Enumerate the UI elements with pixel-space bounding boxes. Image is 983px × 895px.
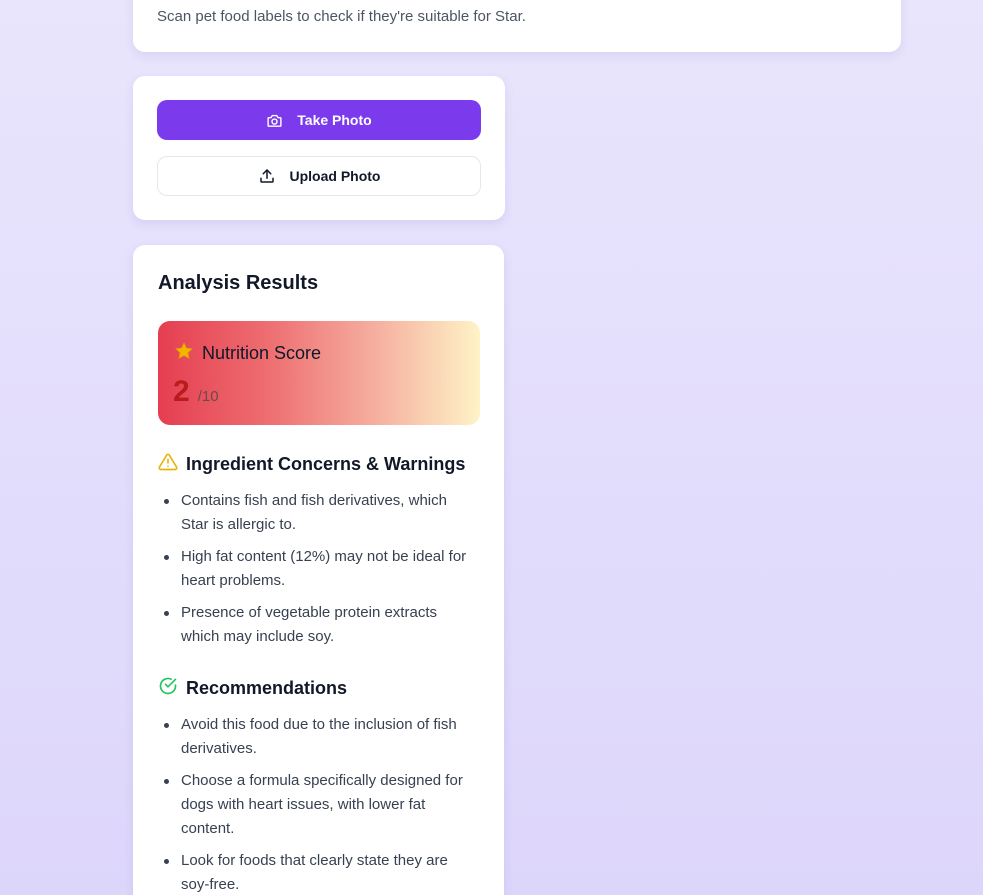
page-subtitle: Scan pet food labels to check if they're… <box>157 8 526 25</box>
list-item: Avoid this food due to the inclusion of … <box>158 713 478 761</box>
header-card: Scan pet food labels to check if they're… <box>133 0 901 52</box>
take-photo-label: Take Photo <box>297 112 372 128</box>
score-max: /10 <box>197 388 219 405</box>
star-icon <box>174 341 194 366</box>
upload-photo-button[interactable]: Upload Photo <box>157 156 481 196</box>
analysis-results-card: Analysis Results Nutrition Score 2 /10 I… <box>133 245 504 895</box>
take-photo-button[interactable]: Take Photo <box>157 100 481 140</box>
score-label: Nutrition Score <box>202 343 322 363</box>
concerns-title: Ingredient Concerns & Warnings <box>186 454 466 474</box>
check-circle-icon <box>158 676 178 701</box>
recommendations-list: Avoid this food due to the inclusion of … <box>158 713 478 895</box>
results-title: Analysis Results <box>158 272 319 294</box>
upload-photo-label: Upload Photo <box>289 168 381 184</box>
photo-actions-card: Take Photo Upload Photo <box>133 76 505 220</box>
list-item: Choose a formula specifically designed f… <box>158 769 478 841</box>
warning-triangle-icon <box>158 452 178 477</box>
concerns-list: Contains fish and fish derivatives, whic… <box>158 489 478 657</box>
score-value-group: 2 /10 <box>173 375 219 409</box>
nutrition-score-panel: Nutrition Score 2 /10 <box>158 321 480 425</box>
score-header: Nutrition Score <box>174 341 321 366</box>
list-item: High fat content (12%) may not be ideal … <box>158 545 478 593</box>
recommendations-title: Recommendations <box>186 678 348 698</box>
camera-icon <box>266 112 283 129</box>
list-item: Contains fish and fish derivatives, whic… <box>158 489 478 537</box>
recommendations-header: Recommendations <box>158 676 347 701</box>
concerns-header: Ingredient Concerns & Warnings <box>158 452 465 477</box>
score-value: 2 <box>173 375 190 408</box>
upload-icon <box>258 167 276 185</box>
list-item: Look for foods that clearly state they a… <box>158 849 478 895</box>
list-item: Presence of vegetable protein extracts w… <box>158 601 478 649</box>
page: Scan pet food labels to check if they're… <box>0 0 983 895</box>
